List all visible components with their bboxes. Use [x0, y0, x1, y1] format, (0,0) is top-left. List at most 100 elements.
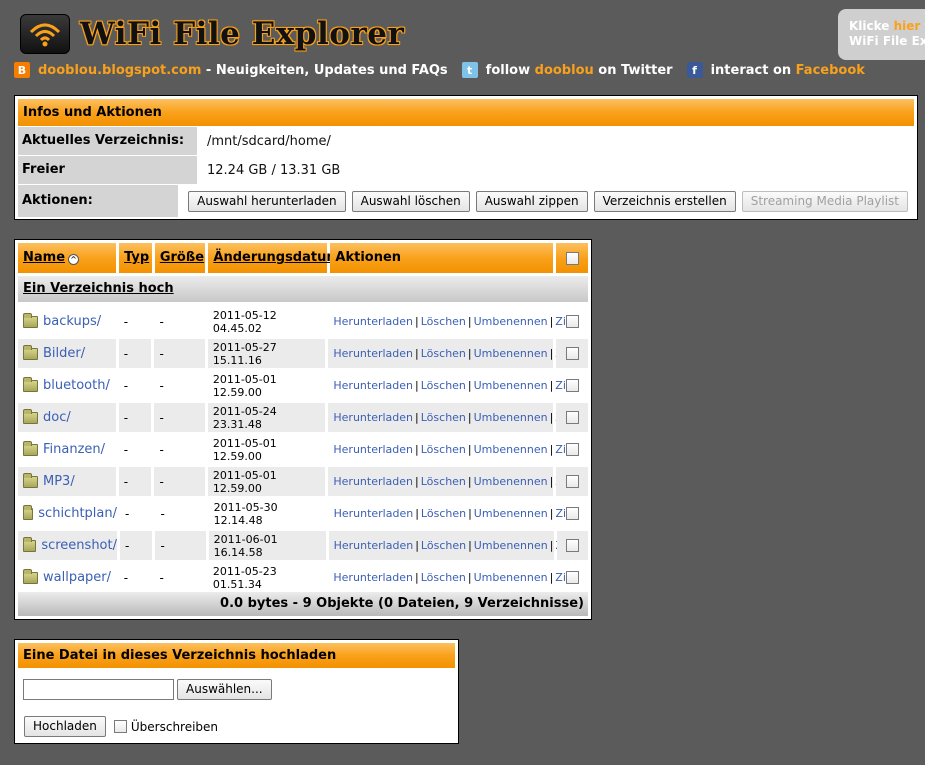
date-value: 2011-05-23 01.51.34 [212, 564, 277, 591]
folder-link[interactable]: bluetooth/ [43, 378, 110, 393]
download-link[interactable]: Herunterladen [334, 539, 414, 552]
upload-button[interactable]: Hochladen [24, 716, 106, 737]
delete-link[interactable]: Löschen [421, 507, 466, 520]
twitter-pre: follow [485, 62, 535, 78]
browse-button[interactable]: Auswählen... [177, 679, 272, 700]
download-selection-button[interactable]: Auswahl herunterladen [188, 190, 346, 212]
folder-icon [23, 472, 38, 488]
delete-selection-button[interactable]: Auswahl löschen [351, 190, 470, 212]
download-link[interactable]: Herunterladen [333, 411, 413, 424]
delete-link[interactable]: Löschen [421, 475, 466, 488]
download-link[interactable]: Herunterladen [333, 347, 413, 360]
col-type-label[interactable]: Typ [124, 250, 149, 265]
facebook-pre: interact on [710, 62, 796, 78]
row-checkbox[interactable] [565, 411, 579, 424]
download-link[interactable]: Herunterladen [333, 475, 413, 488]
col-name-header[interactable]: Name ^ [18, 243, 117, 273]
col-date-header[interactable]: Änderungsdatum [208, 243, 340, 273]
separator: | [415, 347, 419, 360]
rename-link[interactable]: Umbenennen [474, 411, 548, 424]
file-path-input[interactable] [23, 679, 174, 700]
delete-link[interactable]: Löschen [421, 411, 466, 424]
folder-link[interactable]: Bilder/ [43, 346, 85, 361]
row-checkbox[interactable] [565, 315, 579, 328]
col-date-label[interactable]: Änderungsdatum [213, 250, 340, 265]
twitter-icon: t [461, 62, 478, 78]
streaming-playlist-button[interactable]: Streaming Media Playlist [741, 190, 908, 212]
delete-link[interactable]: Löschen [421, 379, 466, 392]
size-value: - [159, 570, 164, 585]
rename-link[interactable]: Umbenennen [474, 571, 548, 584]
row-checkbox[interactable] [565, 475, 579, 488]
download-link[interactable]: Herunterladen [333, 571, 413, 584]
rename-link[interactable]: Umbenennen [474, 315, 548, 328]
rename-link[interactable]: Umbenennen [474, 475, 548, 488]
date-cell: 2011-05-24 23.31.48 [207, 403, 326, 432]
promo-link[interactable]: hier [894, 19, 921, 33]
facebook-link[interactable]: Facebook [796, 63, 865, 78]
blog-link[interactable]: dooblou.blogspot.com [38, 63, 201, 78]
folder-link[interactable]: wallpaper/ [43, 570, 111, 585]
row-checkbox[interactable] [565, 507, 579, 520]
delete-link[interactable]: Löschen [421, 571, 466, 584]
type-value: - [123, 442, 129, 457]
size-cell: - [154, 371, 204, 400]
download-link[interactable]: Herunterladen [334, 507, 414, 520]
separator: | [549, 411, 554, 424]
create-directory-button[interactable]: Verzeichnis erstellen [593, 190, 736, 212]
separator: | [415, 379, 419, 392]
folder-link[interactable]: Finanzen/ [43, 442, 105, 457]
overwrite-checkbox[interactable] [113, 720, 127, 733]
separator: | [549, 379, 554, 392]
folder-link[interactable]: backups/ [43, 314, 101, 329]
rename-link[interactable]: Umbenennen [474, 507, 548, 520]
row-checkbox[interactable] [565, 571, 579, 584]
col-name-label[interactable]: Name [23, 250, 65, 265]
download-link[interactable]: Herunterladen [333, 315, 413, 328]
folder-link[interactable]: schichtplan/ [38, 506, 117, 521]
download-link[interactable]: Herunterladen [333, 379, 413, 392]
col-size-label[interactable]: Größe [160, 250, 204, 265]
delete-link[interactable]: Löschen [421, 443, 466, 456]
type-cell: - [118, 467, 152, 496]
separator: | [467, 571, 472, 584]
info-panel-title: Infos und Aktionen [18, 99, 914, 126]
actions-cell: Herunterladen|Löschen|Umbenennen|Zip [328, 467, 573, 496]
rename-link[interactable]: Umbenennen [474, 443, 548, 456]
size-cell: - [154, 339, 205, 368]
delete-link[interactable]: Löschen [421, 315, 466, 328]
col-size-header[interactable]: Größe [154, 243, 206, 273]
folder-link[interactable]: MP3/ [43, 474, 75, 489]
zip-selection-button[interactable]: Auswahl zippen [475, 190, 588, 212]
folder-link[interactable]: doc/ [43, 410, 71, 425]
table-row: Bilder/ - - 2011-05-27 15.11.16 Herunterlade… [18, 339, 588, 368]
folder-icon [23, 568, 38, 584]
parent-directory-link[interactable]: Ein Verzeichnis hoch [18, 276, 588, 302]
separator: | [415, 411, 419, 424]
delete-link[interactable]: Löschen [421, 347, 466, 360]
separator: | [549, 571, 554, 584]
row-checkbox[interactable] [565, 443, 579, 456]
select-cell [556, 403, 588, 432]
row-checkbox[interactable] [565, 379, 579, 392]
folder-icon [23, 504, 34, 520]
rename-link[interactable]: Umbenennen [474, 379, 548, 392]
folder-link[interactable]: screenshot/ [41, 538, 117, 553]
size-value: - [159, 346, 164, 361]
sort-asc-icon[interactable]: ^ [68, 254, 80, 265]
date-value: 2011-06-01 16.14.58 [213, 532, 278, 559]
folder-icon [23, 536, 37, 552]
separator: | [415, 315, 419, 328]
download-link[interactable]: Herunterladen [333, 443, 413, 456]
rename-link[interactable]: Umbenennen [474, 347, 548, 360]
twitter-link[interactable]: dooblou [535, 63, 594, 78]
row-checkbox[interactable] [565, 347, 579, 360]
row-checkbox[interactable] [565, 539, 579, 552]
select-all-checkbox[interactable] [565, 251, 579, 265]
type-cell: - [118, 403, 152, 432]
delete-link[interactable]: Löschen [421, 539, 466, 552]
rename-link[interactable]: Umbenennen [474, 539, 548, 552]
twitter-post: on Twitter [593, 62, 673, 78]
size-value: - [159, 410, 164, 425]
col-type-header[interactable]: Typ [119, 243, 152, 273]
